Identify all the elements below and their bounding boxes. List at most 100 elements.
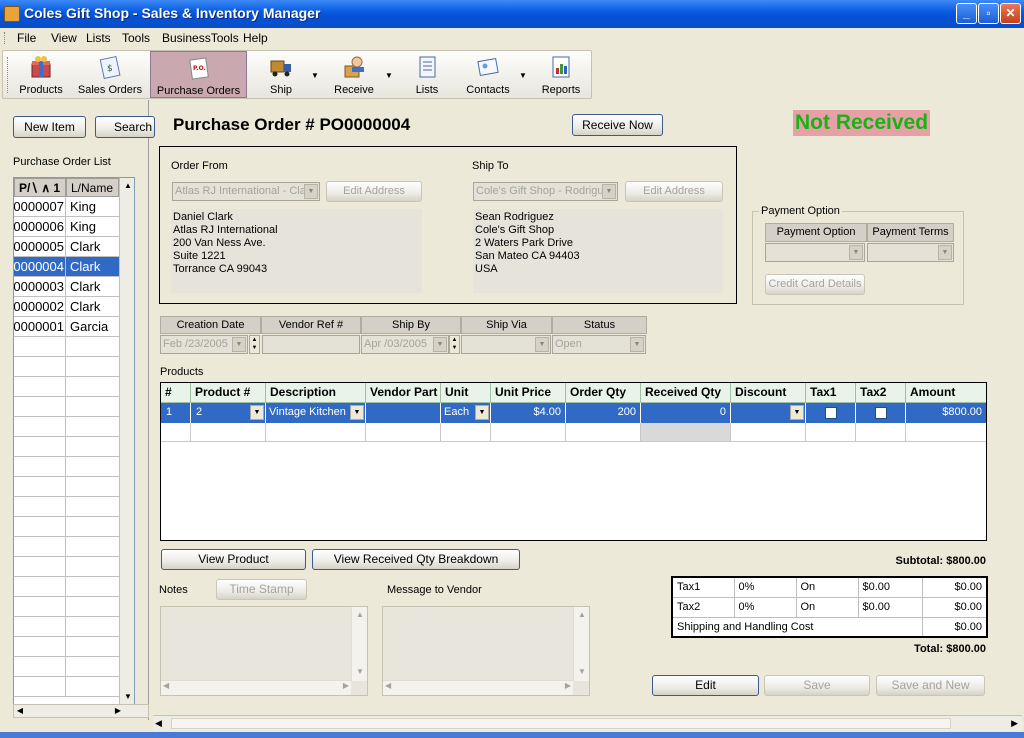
cell-description[interactable]: Vintage Kitchen ▼	[266, 403, 366, 423]
time-stamp-button[interactable]: Time Stamp	[216, 579, 307, 600]
po-column-header[interactable]: P/∖ ∧ 1	[14, 178, 66, 197]
col-header-tax2[interactable]: Tax2	[856, 383, 906, 403]
ship-to-edit-address-button[interactable]: Edit Address	[625, 181, 723, 202]
col-header-amount[interactable]: Amount	[906, 383, 986, 403]
close-button[interactable]: ✕	[1000, 3, 1021, 24]
chevron-down-icon[interactable]: ▼	[938, 245, 952, 260]
tax2-checkbox[interactable]	[875, 407, 887, 419]
menu-view[interactable]: View	[51, 31, 77, 45]
maximize-button[interactable]: ▫	[978, 3, 999, 24]
scroll-left-arrow-icon[interactable]: ◀	[385, 681, 391, 690]
cell-discount[interactable]: ▼	[731, 403, 806, 423]
cell-amount[interactable]: $800.00	[906, 403, 986, 423]
menu-lists[interactable]: Lists	[86, 31, 111, 45]
po-list-row[interactable]: PO0000001Garcia	[14, 317, 119, 337]
left-hscrollbar[interactable]: ◀ ▶	[13, 704, 149, 718]
scroll-left-arrow-icon[interactable]: ◀	[163, 681, 169, 690]
minimize-button[interactable]: _	[956, 3, 977, 24]
cell-unit[interactable]: Each ▼	[441, 403, 491, 423]
shipping-amount[interactable]: $0.00	[921, 616, 988, 638]
scroll-right-arrow-icon[interactable]: ▶	[565, 681, 571, 690]
scroll-down-arrow-icon[interactable]: ▼	[120, 689, 134, 705]
ship-dropdown-icon[interactable]: ▼	[311, 71, 319, 80]
cell-product[interactable]: 2 ▼	[191, 403, 266, 423]
scroll-right-arrow-icon[interactable]: ▶	[112, 705, 124, 717]
notes-textarea[interactable]: ▲ ▼ ◀ ▶	[160, 606, 368, 696]
toolbar-ship-button[interactable]: Ship	[259, 51, 303, 98]
col-header-received-qty[interactable]: Received Qty	[641, 383, 731, 403]
new-row-cell[interactable]	[906, 423, 986, 442]
po-list-row[interactable]: PO0000003Clark	[14, 277, 119, 297]
new-row-cell[interactable]	[806, 423, 856, 442]
scroll-right-arrow-icon[interactable]: ▶	[343, 681, 349, 690]
toolbar-sales-orders-button[interactable]: $ Sales Orders	[77, 51, 143, 98]
search-button[interactable]: Search	[95, 116, 155, 138]
receive-now-button[interactable]: Receive Now	[572, 114, 663, 136]
order-from-edit-address-button[interactable]: Edit Address	[326, 181, 422, 202]
status-select[interactable]: Open ▼	[552, 335, 646, 354]
message-hscrollbar[interactable]: ◀ ▶	[383, 680, 573, 695]
scroll-down-arrow-icon[interactable]: ▼	[574, 664, 590, 680]
creation-date-picker[interactable]: Feb /23/2005 ▼	[160, 335, 248, 354]
toolbar-reports-button[interactable]: Reports	[537, 51, 585, 98]
vendor-ref-input[interactable]	[262, 335, 360, 354]
cell-received-qty[interactable]: 0	[641, 403, 731, 423]
ship-to-select[interactable]: Cole's Gift Shop - Rodriguez ▼	[473, 182, 618, 201]
app-icon[interactable]	[4, 6, 20, 22]
notes-hscrollbar[interactable]: ◀ ▶	[161, 680, 351, 695]
chevron-down-icon[interactable]: ▼	[433, 337, 447, 352]
col-header-description[interactable]: Description	[266, 383, 366, 403]
contacts-dropdown-icon[interactable]: ▼	[519, 71, 527, 80]
menu-businesstools[interactable]: BusinessTools	[162, 31, 239, 45]
chevron-down-icon[interactable]: ▼	[535, 337, 549, 352]
chevron-down-icon[interactable]: ▼	[350, 405, 364, 420]
new-item-button[interactable]: New Item	[13, 116, 86, 138]
scrollbar-thumb[interactable]	[171, 718, 951, 729]
scroll-left-arrow-icon[interactable]: ◀	[155, 718, 162, 729]
chevron-down-icon[interactable]: ▼	[630, 337, 644, 352]
col-header-unit-price[interactable]: Unit Price	[491, 383, 566, 403]
scroll-up-arrow-icon[interactable]: ▲	[352, 607, 368, 623]
credit-card-details-button[interactable]: Credit Card Details	[765, 274, 865, 295]
chevron-down-icon[interactable]: ▼	[232, 337, 246, 352]
menu-tools[interactable]: Tools	[122, 31, 150, 45]
col-header-discount[interactable]: Discount	[731, 383, 806, 403]
po-list-row-selected[interactable]: PO0000004Clark	[14, 257, 119, 277]
po-list-vscrollbar[interactable]: ▲ ▼	[119, 178, 134, 706]
creation-date-spinner[interactable]: ▲ ▼	[249, 335, 260, 354]
tax1-checkbox[interactable]	[825, 407, 837, 419]
po-list-row[interactable]: PO0000007King	[14, 197, 119, 217]
po-list-row[interactable]: PO0000005Clark	[14, 237, 119, 257]
toolbar-lists-button[interactable]: Lists	[405, 51, 449, 98]
save-and-new-button[interactable]: Save and New	[876, 675, 985, 696]
chevron-down-icon[interactable]: ▼	[790, 405, 804, 420]
col-header-vendor-part[interactable]: Vendor Part	[366, 383, 441, 403]
new-row-cell[interactable]	[266, 423, 366, 442]
new-row-cell[interactable]	[856, 423, 906, 442]
chevron-down-icon[interactable]: ▼	[475, 405, 489, 420]
cell-tax1[interactable]	[806, 403, 856, 423]
scroll-right-arrow-icon[interactable]: ▶	[1011, 718, 1018, 729]
new-row-cell[interactable]	[161, 423, 191, 442]
new-row-cell[interactable]	[491, 423, 566, 442]
notes-vscrollbar[interactable]: ▲ ▼	[351, 607, 367, 681]
ship-via-select[interactable]: ▼	[461, 335, 551, 354]
cell-unit-price[interactable]: $4.00	[491, 403, 566, 423]
chevron-down-icon[interactable]: ▼	[250, 405, 264, 420]
scroll-down-arrow-icon[interactable]: ▼	[352, 664, 368, 680]
col-header-unit[interactable]: Unit	[441, 383, 491, 403]
po-list-row[interactable]: PO0000002Clark	[14, 297, 119, 317]
view-received-qty-breakdown-button[interactable]: View Received Qty Breakdown	[312, 549, 520, 570]
vendor-select[interactable]: Atlas RJ International - Clark ▼	[172, 182, 320, 201]
chevron-down-icon[interactable]: ▼	[602, 184, 616, 199]
message-vscrollbar[interactable]: ▲ ▼	[573, 607, 589, 681]
view-product-button[interactable]: View Product	[161, 549, 306, 570]
payment-terms-select[interactable]: ▼	[867, 243, 954, 262]
lname-column-header[interactable]: L/Name	[66, 178, 119, 197]
chevron-down-icon[interactable]: ▼	[849, 245, 863, 260]
col-header-order-qty[interactable]: Order Qty	[566, 383, 641, 403]
ship-by-spinner[interactable]: ▲ ▼	[449, 335, 460, 354]
col-header-tax1[interactable]: Tax1	[806, 383, 856, 403]
col-header-product[interactable]: Product #	[191, 383, 266, 403]
ship-by-picker[interactable]: Apr /03/2005 ▼	[361, 335, 449, 354]
